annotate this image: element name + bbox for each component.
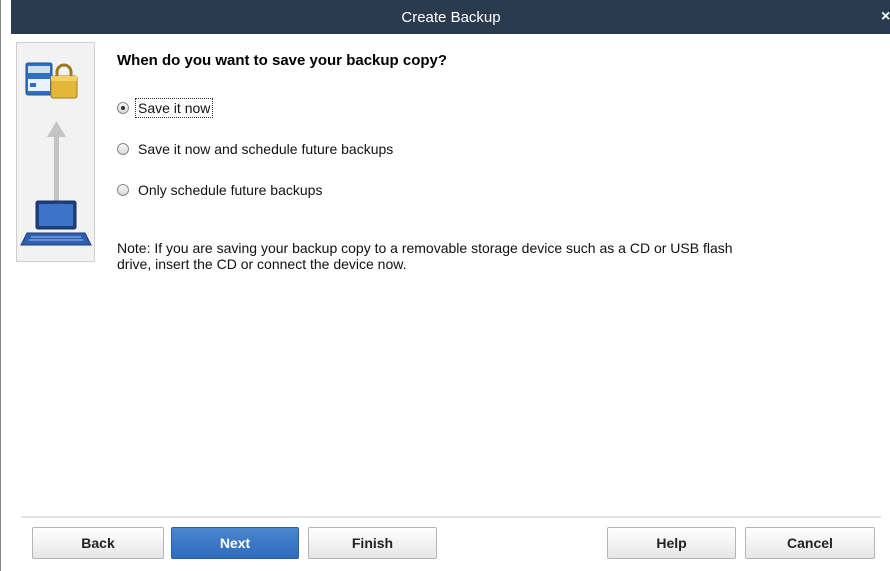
option-save-now-and-schedule[interactable]: Save it now and schedule future backups bbox=[117, 140, 395, 158]
laptop-icon bbox=[20, 200, 92, 246]
option-label-save-now-and-schedule: Save it now and schedule future backups bbox=[138, 141, 394, 157]
radio-save-now[interactable] bbox=[117, 102, 129, 114]
storage-icon bbox=[25, 62, 53, 96]
button-area-divider bbox=[21, 516, 881, 518]
removable-storage-note: Note: If you are saving your backup copy… bbox=[117, 240, 733, 272]
finish-button[interactable]: Finish bbox=[308, 527, 437, 559]
backup-question-heading: When do you want to save your backup cop… bbox=[117, 52, 448, 69]
window-title: Create Backup bbox=[401, 8, 501, 26]
cancel-button[interactable]: Cancel bbox=[745, 527, 875, 559]
lock-icon bbox=[50, 63, 78, 99]
close-icon[interactable]: × bbox=[881, 8, 890, 26]
option-label-save-now: Save it now bbox=[134, 98, 214, 118]
title-bar[interactable]: Create Backup × bbox=[11, 0, 890, 34]
option-label-only-schedule: Only schedule future backups bbox=[138, 182, 323, 198]
side-illustration-panel bbox=[16, 42, 95, 262]
option-only-schedule[interactable]: Only schedule future backups bbox=[117, 181, 324, 199]
help-button[interactable]: Help bbox=[607, 527, 736, 559]
next-button[interactable]: Next bbox=[171, 527, 299, 559]
back-button[interactable]: Back bbox=[32, 527, 164, 559]
radio-save-now-and-schedule[interactable] bbox=[117, 143, 129, 155]
backup-illustration bbox=[20, 62, 92, 246]
option-save-now[interactable]: Save it now bbox=[117, 98, 214, 118]
up-arrow-icon bbox=[47, 121, 66, 201]
radio-only-schedule[interactable] bbox=[117, 184, 129, 196]
create-backup-dialog: Create Backup × When do you want to save… bbox=[0, 0, 890, 571]
